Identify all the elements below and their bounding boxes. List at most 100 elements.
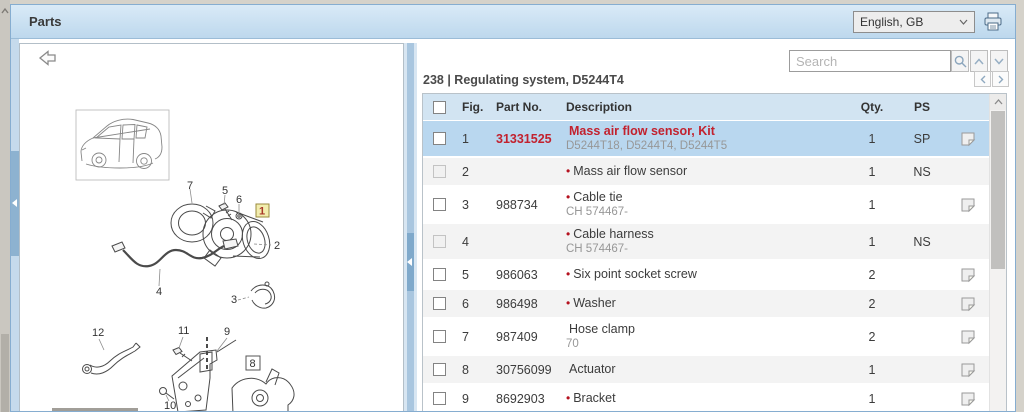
chevron-down-icon — [994, 58, 1004, 65]
qty-cell: 1 — [868, 131, 876, 146]
select-all-checkbox[interactable] — [433, 100, 446, 114]
row-checkbox[interactable] — [433, 297, 446, 310]
table-row[interactable]: 1 31331525 Mass air flow sensor, Kit D52… — [423, 121, 989, 156]
note-icon[interactable] — [960, 391, 976, 407]
panel-divider-bar — [407, 43, 414, 411]
printer-icon — [984, 12, 1001, 31]
parts-diagram: 7 5 6 1 2 4 3 12 11 9 8 10 — [38, 50, 295, 412]
red-bullet-icon: • — [566, 226, 571, 241]
fig-cell: 8 — [462, 362, 469, 377]
description-subtext: CH 574467- — [566, 243, 629, 256]
diagram-hscrollbar-thumb[interactable] — [52, 408, 138, 411]
note-icon[interactable] — [960, 267, 976, 283]
back-arrow-icon — [38, 50, 56, 66]
table-row[interactable]: 7 987409 Hose clamp 70 2 — [423, 319, 989, 354]
parts-titlebar: Parts English, GB — [11, 5, 1015, 39]
fig-cell: 4 — [462, 234, 469, 249]
row-checkbox[interactable] — [433, 363, 446, 376]
qty-cell: 1 — [868, 362, 876, 377]
note-icon[interactable] — [960, 296, 976, 312]
qty-cell: 2 — [868, 329, 876, 344]
chevron-up-icon — [974, 57, 984, 64]
page-scrollbar[interactable] — [0, 0, 10, 412]
red-bullet-icon: • — [566, 189, 571, 204]
section-heading: 238 | Regulating system, D5244T4 — [423, 73, 624, 87]
collapse-panel-icon — [407, 258, 412, 266]
search-button[interactable] — [951, 50, 969, 72]
col-part-no: Part No. — [496, 100, 543, 114]
diagram-callout-4[interactable]: 4 — [156, 286, 162, 298]
next-match-button[interactable] — [990, 50, 1008, 72]
search-icon — [954, 55, 966, 67]
ps-cell: NS — [913, 234, 931, 249]
next-section-button[interactable] — [992, 71, 1009, 87]
note-icon[interactable] — [960, 362, 976, 378]
diagram-callout-1[interactable]: 1 — [259, 206, 265, 218]
parts-list-panel: 238 | Regulating system, D5244T4 Fig. Pa… — [418, 43, 1015, 411]
row-checkbox[interactable] — [433, 330, 446, 343]
description-text: • Cable tie — [566, 189, 623, 204]
table-row[interactable]: 5 986063 • Six point socket screw 2 — [423, 261, 989, 288]
note-icon[interactable] — [960, 197, 976, 213]
diagram-callout-7[interactable]: 7 — [187, 180, 193, 192]
qty-cell: 1 — [868, 234, 876, 249]
left-splitter[interactable] — [11, 39, 19, 411]
scroll-up-icon[interactable] — [0, 4, 10, 18]
table-scrollbar-thumb[interactable] — [991, 111, 1005, 269]
diagram-callout-2[interactable]: 2 — [274, 240, 280, 252]
diagram-callout-8[interactable]: 8 — [250, 358, 256, 370]
table-row[interactable]: 8 30756099 Actuator 1 — [423, 356, 989, 383]
table-row[interactable]: 4 • Cable harness CH 574467- 1 NS — [423, 224, 989, 259]
chevron-right-icon — [998, 75, 1003, 83]
panel-divider[interactable] — [404, 43, 417, 411]
qty-cell: 1 — [868, 197, 876, 212]
part-no-cell: 988734 — [496, 197, 538, 212]
row-checkbox[interactable] — [433, 392, 446, 405]
diagram-callout-6[interactable]: 6 — [236, 194, 242, 206]
diagram-callout-10[interactable]: 10 — [164, 400, 176, 412]
table-row[interactable]: 3 988734 • Cable tie CH 574467- 1 — [423, 187, 989, 222]
table-scroll-up-button[interactable] — [990, 94, 1006, 110]
table-scrollbar[interactable] — [989, 94, 1006, 411]
description-subtext: 70 — [566, 338, 579, 351]
diagram-callout-9[interactable]: 9 — [224, 326, 230, 338]
prev-match-button[interactable] — [970, 50, 988, 72]
parts-table: Fig. Part No. Description Qty. PS 1 3133… — [422, 93, 1007, 411]
page-scrollbar-thumb[interactable] — [1, 334, 9, 412]
row-checkbox[interactable] — [433, 132, 446, 145]
description-text: • Mass air flow sensor — [566, 163, 688, 178]
qty-cell: 1 — [868, 164, 876, 179]
language-select-value: English, GB — [860, 15, 924, 29]
table-row[interactable]: 2 • Mass air flow sensor 1 NS — [423, 158, 989, 185]
print-button[interactable] — [980, 10, 1005, 34]
red-bullet-icon: • — [566, 266, 571, 281]
table-row[interactable]: 6 986498 • Washer 2 — [423, 290, 989, 317]
red-bullet-icon: • — [566, 390, 571, 405]
back-button[interactable] — [38, 50, 56, 66]
col-ps: PS — [913, 100, 930, 114]
part-no-cell: 986063 — [496, 267, 538, 282]
table-row[interactable]: 9 8692903 • Bracket 1 — [423, 385, 989, 411]
fig-cell: 5 — [462, 267, 469, 282]
qty-cell: 1 — [868, 391, 876, 406]
panel-divider-handle[interactable] — [407, 233, 414, 291]
language-select[interactable]: English, GB — [853, 11, 975, 33]
search-input[interactable] — [789, 50, 951, 72]
row-checkbox[interactable] — [433, 198, 446, 211]
fig-cell: 9 — [462, 391, 469, 406]
col-fig: Fig. — [462, 100, 484, 114]
diagram-callout-5[interactable]: 5 — [222, 185, 228, 197]
prev-section-button[interactable] — [974, 71, 991, 87]
table-header: Fig. Part No. Description Qty. PS — [423, 94, 989, 120]
note-icon[interactable] — [960, 131, 976, 147]
row-checkbox[interactable] — [433, 268, 446, 281]
note-icon[interactable] — [960, 329, 976, 345]
description-text: Mass air flow sensor, Kit — [569, 123, 715, 138]
left-splitter-handle[interactable] — [11, 151, 19, 256]
diagram-callout-11[interactable]: 11 — [178, 325, 189, 337]
col-qty: Qty. — [860, 100, 884, 114]
fig-cell: 6 — [462, 296, 469, 311]
diagram-callout-3[interactable]: 3 — [231, 294, 237, 306]
part-no-cell: 30756099 — [496, 362, 552, 377]
diagram-callout-12[interactable]: 12 — [92, 327, 104, 339]
